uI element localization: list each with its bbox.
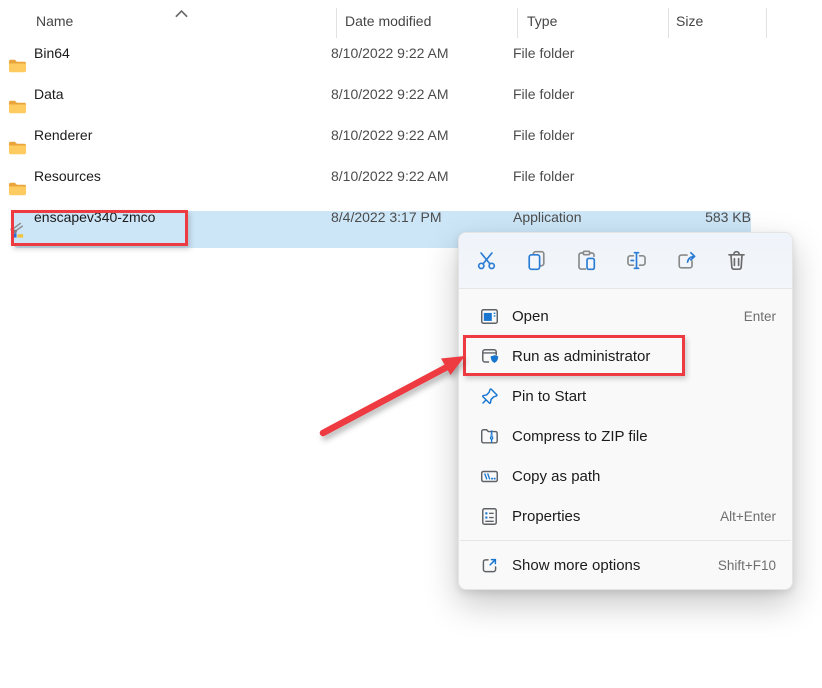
file-date-modified: 8/10/2022 9:22 AM bbox=[331, 168, 449, 184]
application-installer-icon bbox=[8, 221, 27, 238]
paste-icon[interactable] bbox=[561, 239, 611, 283]
file-type: File folder bbox=[513, 86, 574, 102]
column-separator[interactable] bbox=[668, 8, 669, 38]
folder-icon bbox=[8, 57, 27, 74]
menu-item-shortcut: Alt+Enter bbox=[720, 509, 776, 524]
file-explorer-view: Name Date modified Type Size Bin64 8/10/… bbox=[0, 0, 822, 688]
menu-item-label: Run as administrator bbox=[512, 348, 650, 365]
delete-icon[interactable] bbox=[711, 239, 761, 283]
file-name: Resources bbox=[34, 168, 101, 184]
file-row-renderer[interactable]: Renderer 8/10/2022 9:22 AM File folder bbox=[0, 127, 790, 168]
copy-as-path-icon bbox=[479, 466, 500, 487]
menu-item-open[interactable]: Open Enter bbox=[459, 296, 792, 336]
column-separator[interactable] bbox=[766, 8, 767, 38]
open-icon bbox=[479, 306, 500, 327]
file-name: Bin64 bbox=[34, 45, 70, 61]
run-as-administrator-shield-icon bbox=[479, 346, 500, 367]
file-row-resources[interactable]: Resources 8/10/2022 9:22 AM File folder bbox=[0, 168, 790, 209]
file-name: enscapev340-zmco bbox=[34, 209, 155, 225]
column-header-type[interactable]: Type bbox=[527, 13, 557, 29]
context-menu: Open Enter Run as administrator Pin to S… bbox=[458, 232, 793, 590]
context-menu-toolbar bbox=[459, 233, 792, 289]
column-header-name[interactable]: Name bbox=[36, 13, 73, 29]
file-date-modified: 8/4/2022 3:17 PM bbox=[331, 209, 442, 225]
folder-icon bbox=[8, 139, 27, 156]
share-icon[interactable] bbox=[661, 239, 711, 283]
properties-icon bbox=[479, 506, 500, 527]
menu-item-run-as-administrator[interactable]: Run as administrator bbox=[459, 336, 792, 376]
folder-icon bbox=[8, 98, 27, 115]
column-header-date-modified[interactable]: Date modified bbox=[345, 13, 431, 29]
file-type: Application bbox=[513, 209, 582, 225]
file-type: File folder bbox=[513, 45, 574, 61]
file-name: Renderer bbox=[34, 127, 92, 143]
menu-item-label: Pin to Start bbox=[512, 388, 586, 405]
file-row-bin64[interactable]: Bin64 8/10/2022 9:22 AM File folder bbox=[0, 45, 790, 86]
context-menu-items: Open Enter Run as administrator Pin to S… bbox=[459, 289, 792, 589]
folder-icon bbox=[8, 180, 27, 197]
menu-item-label: Properties bbox=[512, 508, 580, 525]
file-date-modified: 8/10/2022 9:22 AM bbox=[331, 45, 449, 61]
menu-item-label: Copy as path bbox=[512, 468, 600, 485]
file-date-modified: 8/10/2022 9:22 AM bbox=[331, 127, 449, 143]
menu-item-pin-to-start[interactable]: Pin to Start bbox=[459, 376, 792, 416]
column-separator[interactable] bbox=[517, 8, 518, 38]
rename-icon[interactable] bbox=[611, 239, 661, 283]
menu-item-properties[interactable]: Properties Alt+Enter bbox=[459, 496, 792, 536]
show-more-options-icon bbox=[479, 555, 500, 576]
column-header-row: Name Date modified Type Size bbox=[0, 6, 822, 38]
menu-item-copy-as-path[interactable]: Copy as path bbox=[459, 456, 792, 496]
zip-folder-icon bbox=[479, 426, 500, 447]
file-date-modified: 8/10/2022 9:22 AM bbox=[331, 86, 449, 102]
file-name: Data bbox=[34, 86, 64, 102]
file-row-data[interactable]: Data 8/10/2022 9:22 AM File folder bbox=[0, 86, 790, 127]
menu-item-label: Open bbox=[512, 308, 549, 325]
menu-divider bbox=[460, 540, 791, 541]
copy-icon[interactable] bbox=[511, 239, 561, 283]
menu-item-shortcut: Shift+F10 bbox=[718, 558, 776, 573]
file-type: File folder bbox=[513, 127, 574, 143]
column-header-size[interactable]: Size bbox=[676, 13, 703, 29]
menu-item-show-more-options[interactable]: Show more options Shift+F10 bbox=[459, 545, 792, 585]
pin-icon bbox=[479, 386, 500, 407]
file-type: File folder bbox=[513, 168, 574, 184]
cut-icon[interactable] bbox=[461, 239, 511, 283]
menu-item-label: Show more options bbox=[512, 557, 640, 574]
sort-ascending-caret-icon bbox=[174, 9, 189, 19]
menu-item-compress-to-zip[interactable]: Compress to ZIP file bbox=[459, 416, 792, 456]
menu-item-label: Compress to ZIP file bbox=[512, 428, 648, 445]
column-separator[interactable] bbox=[336, 8, 337, 38]
file-size: 583 KB bbox=[620, 209, 751, 225]
menu-item-shortcut: Enter bbox=[744, 309, 776, 324]
